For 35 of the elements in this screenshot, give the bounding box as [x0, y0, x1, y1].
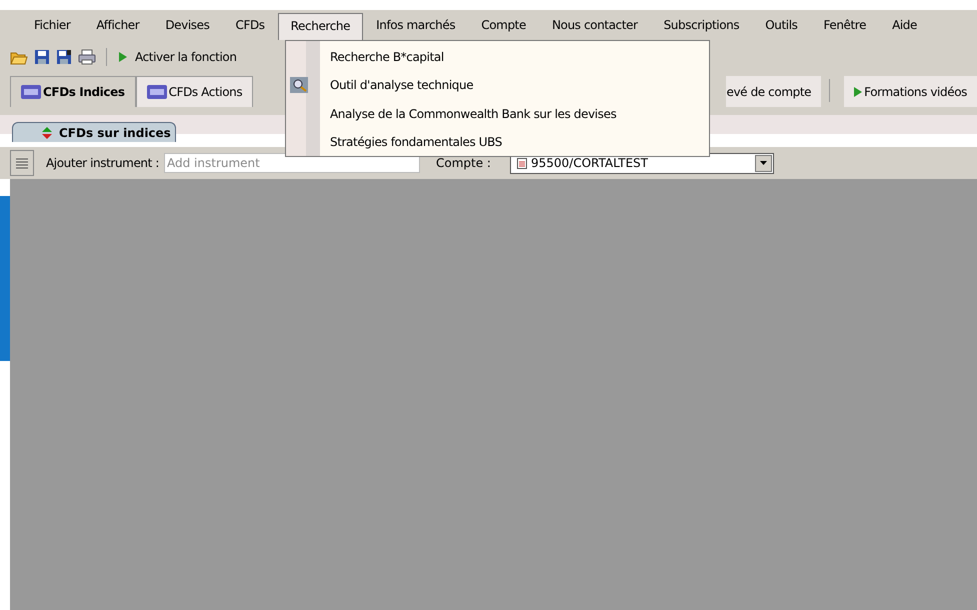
list-icon — [15, 157, 29, 169]
menu-item[interactable]: Compte — [468, 12, 539, 38]
menu-item[interactable]: Nous contacter — [538, 12, 651, 38]
print-icon[interactable] — [78, 49, 96, 65]
menu-item[interactable]: Infos marchés — [363, 12, 468, 38]
document-icon — [517, 158, 527, 168]
cfd-icon — [146, 85, 167, 99]
play-icon — [854, 86, 862, 96]
activate-button[interactable]: Activer la fonction — [117, 50, 239, 64]
account-label: Compte : — [436, 156, 492, 170]
save-as-icon[interactable] — [56, 49, 72, 65]
sub-tab[interactable]: CFDs sur indices — [12, 122, 176, 142]
tab[interactable]: Formations vidéos — [844, 76, 977, 107]
tab[interactable]: evé de compte — [726, 76, 822, 107]
dropdown-item[interactable]: Outil d'analyse technique — [320, 71, 709, 100]
menu-item[interactable]: Subscriptions — [650, 12, 752, 38]
menu-item[interactable]: CFDs — [222, 12, 278, 38]
dropdown-item[interactable]: Analyse de la Commonwealth Bank sur les devises — [320, 100, 709, 128]
menu-item[interactable]: Fenêtre — [810, 12, 880, 38]
menu-item[interactable]: Aide — [879, 12, 930, 38]
menu-item[interactable]: Afficher — [83, 12, 152, 38]
list-button[interactable] — [10, 150, 34, 176]
up-down-arrows-icon — [41, 126, 53, 138]
menu-item[interactable]: Fichier — [21, 12, 84, 38]
play-icon — [119, 52, 127, 62]
tab[interactable]: CFDs Indices — [10, 76, 136, 107]
save-icon[interactable] — [34, 49, 50, 65]
tab[interactable]: CFDs Actions — [136, 76, 254, 107]
cfd-icon — [21, 85, 41, 99]
dropdown-item[interactable]: Recherche B*capital — [320, 43, 709, 72]
menu-item[interactable]: Outils — [752, 12, 810, 38]
magnifier-icon — [290, 77, 308, 94]
menu-item[interactable]: Devises — [152, 12, 222, 38]
menu-item[interactable]: Recherche — [278, 12, 364, 40]
add-instrument-label: Ajouter instrument : — [46, 156, 160, 170]
